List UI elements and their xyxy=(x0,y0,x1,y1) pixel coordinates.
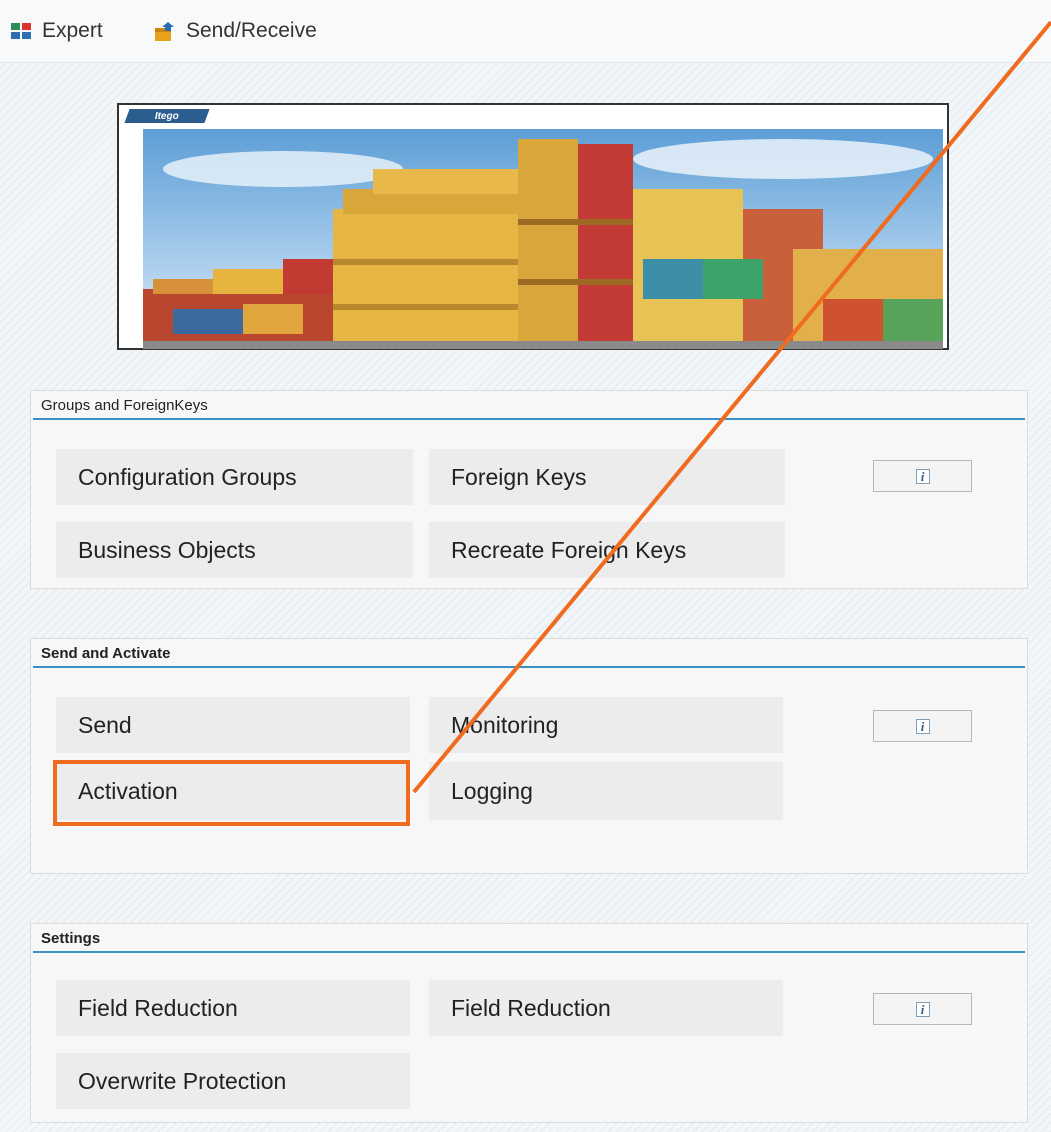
field-reduction-button-2[interactable]: Field Reduction xyxy=(429,980,783,1036)
expert-label: Expert xyxy=(42,19,103,42)
field-reduction-button[interactable]: Field Reduction xyxy=(56,980,410,1036)
expert-button[interactable]: Expert xyxy=(10,16,103,46)
expert-icon xyxy=(10,20,32,42)
monitoring-button[interactable]: Monitoring xyxy=(429,697,783,753)
header-banner-image: Itego xyxy=(117,103,949,350)
business-objects-button[interactable]: Business Objects xyxy=(56,522,413,578)
info-button-send-activate[interactable]: i xyxy=(873,710,972,742)
toolbar: Expert Send/Receive xyxy=(0,0,1051,63)
send-button[interactable]: Send xyxy=(56,697,410,753)
send-receive-button[interactable]: Send/Receive xyxy=(154,16,317,46)
logging-button[interactable]: Logging xyxy=(429,762,783,820)
section-title-settings: Settings xyxy=(41,930,101,947)
configuration-groups-button[interactable]: Configuration Groups xyxy=(56,449,413,505)
section-divider xyxy=(33,418,1025,420)
itego-logo: Itego xyxy=(124,109,210,123)
send-activate-panel: Send and Activate xyxy=(30,638,1028,874)
info-button-groups[interactable]: i xyxy=(873,460,972,492)
send-receive-icon xyxy=(154,20,176,42)
send-receive-label: Send/Receive xyxy=(186,19,317,42)
section-divider xyxy=(33,666,1025,668)
section-title-groups: Groups and ForeignKeys xyxy=(41,397,208,414)
info-icon: i xyxy=(915,1001,930,1017)
section-divider xyxy=(33,951,1025,953)
info-icon: i xyxy=(915,468,930,484)
recreate-foreign-keys-button[interactable]: Recreate Foreign Keys xyxy=(429,522,785,578)
activation-button[interactable]: Activation xyxy=(56,762,408,820)
foreign-keys-button[interactable]: Foreign Keys xyxy=(429,449,785,505)
section-title-send-activate: Send and Activate xyxy=(41,645,171,662)
info-icon: i xyxy=(915,718,930,734)
overwrite-protection-button[interactable]: Overwrite Protection xyxy=(56,1053,410,1109)
container-stack-illustration xyxy=(143,129,943,349)
info-button-settings[interactable]: i xyxy=(873,993,972,1025)
